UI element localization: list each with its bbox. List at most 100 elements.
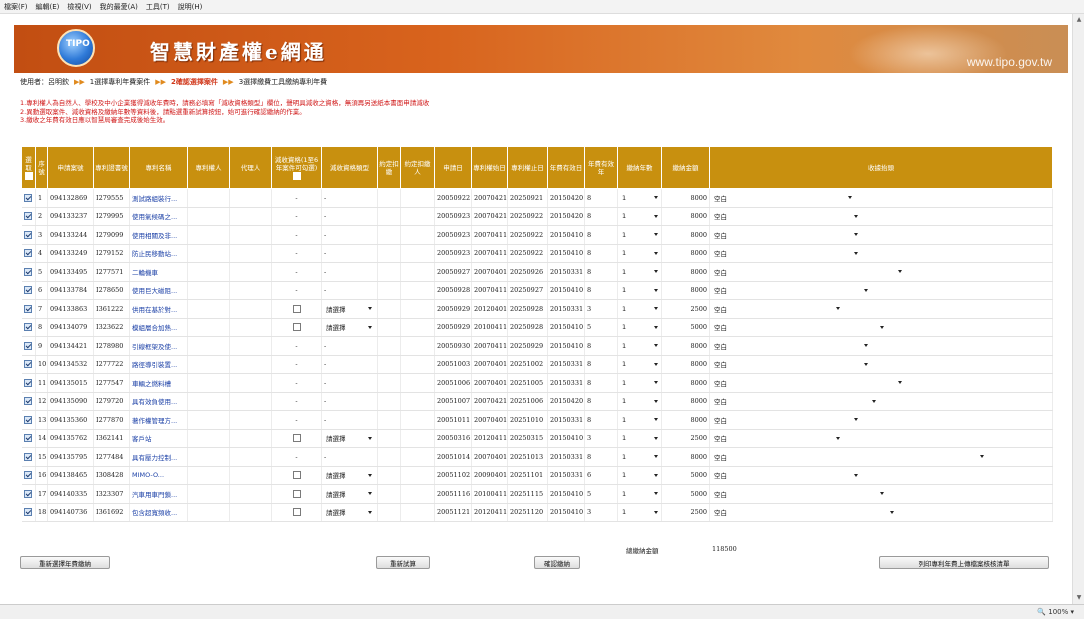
row-checkbox[interactable] <box>24 360 32 368</box>
menu-tools[interactable]: 工具(T) <box>146 2 170 12</box>
row-receipt[interactable]: 空白 <box>710 263 1053 282</box>
years-select[interactable]: 1 <box>620 432 660 444</box>
row-select[interactable] <box>22 429 36 448</box>
scroll-up-icon[interactable]: ▲ <box>1075 16 1083 24</box>
receipt-select[interactable]: 空白 <box>712 192 854 204</box>
years-select[interactable]: 1 <box>620 229 660 241</box>
row-select[interactable] <box>22 392 36 411</box>
row-checkbox[interactable] <box>24 471 32 479</box>
row-reduce[interactable] <box>272 300 322 319</box>
row-patent-name[interactable]: 測試路組裝行... <box>130 189 188 208</box>
years-select[interactable]: 1 <box>620 284 660 296</box>
select-all-checkbox[interactable] <box>25 172 33 180</box>
receipt-select[interactable]: 空白 <box>712 247 860 259</box>
row-checkbox[interactable] <box>24 379 32 387</box>
receipt-select[interactable]: 空白 <box>712 488 886 500</box>
reselect-button[interactable]: 重新選擇年費繳納 <box>20 556 110 569</box>
row-checkbox[interactable] <box>24 508 32 516</box>
row-reduce[interactable] <box>272 429 322 448</box>
row-receipt[interactable]: 空白 <box>710 503 1053 522</box>
menu-view[interactable]: 檢視(V) <box>67 2 91 12</box>
row-select[interactable] <box>22 281 36 300</box>
scroll-down-icon[interactable]: ▼ <box>1075 594 1083 602</box>
row-checkbox[interactable] <box>24 249 32 257</box>
row-patent-name[interactable]: 使用相關及非... <box>130 226 188 245</box>
row-patent-name[interactable]: 二輪機車 <box>130 263 188 282</box>
row-reduce[interactable] <box>272 466 322 485</box>
row-years[interactable]: 1 <box>618 189 662 208</box>
row-years[interactable]: 1 <box>618 300 662 319</box>
years-select[interactable]: 1 <box>620 266 660 278</box>
reduce-type-select[interactable]: 請選擇 <box>324 432 374 444</box>
row-select[interactable] <box>22 207 36 226</box>
receipt-select[interactable]: 空白 <box>712 432 842 444</box>
row-years[interactable]: 1 <box>618 411 662 430</box>
row-checkbox[interactable] <box>24 268 32 276</box>
reduce-checkbox[interactable] <box>293 323 301 331</box>
row-patent-name[interactable]: 路徑導引裝置... <box>130 355 188 374</box>
reduce-checkbox[interactable] <box>293 434 301 442</box>
reduce-checkbox[interactable] <box>293 508 301 516</box>
menu-help[interactable]: 說明(H) <box>178 2 203 12</box>
row-patent-name[interactable]: 具有效負使用... <box>130 392 188 411</box>
row-years[interactable]: 1 <box>618 318 662 337</box>
confirm-pay-button[interactable]: 確認繳納 <box>534 556 580 569</box>
reduce-all-checkbox[interactable] <box>293 172 301 180</box>
row-years[interactable]: 1 <box>618 355 662 374</box>
receipt-select[interactable]: 空白 <box>712 321 886 333</box>
menu-edit[interactable]: 編輯(E) <box>36 2 60 12</box>
row-checkbox[interactable] <box>24 490 32 498</box>
receipt-select[interactable]: 空白 <box>712 229 860 241</box>
row-receipt[interactable]: 空白 <box>710 466 1053 485</box>
row-select[interactable] <box>22 411 36 430</box>
row-select[interactable] <box>22 189 36 208</box>
row-receipt[interactable]: 空白 <box>710 392 1053 411</box>
row-receipt[interactable]: 空白 <box>710 355 1053 374</box>
row-receipt[interactable]: 空白 <box>710 244 1053 263</box>
row-patent-name[interactable]: 防止民移動站... <box>130 244 188 263</box>
row-checkbox[interactable] <box>24 453 32 461</box>
vertical-scrollbar[interactable]: ▲ ▼ <box>1072 14 1084 604</box>
years-select[interactable]: 1 <box>620 303 660 315</box>
row-years[interactable]: 1 <box>618 374 662 393</box>
row-years[interactable]: 1 <box>618 466 662 485</box>
row-patent-name[interactable]: 具有壓力控制... <box>130 448 188 467</box>
row-years[interactable]: 1 <box>618 226 662 245</box>
row-checkbox[interactable] <box>24 342 32 350</box>
row-reduce-type[interactable]: 請選擇 <box>322 318 378 337</box>
receipt-select[interactable]: 空白 <box>712 358 870 370</box>
row-checkbox[interactable] <box>24 323 32 331</box>
row-patent-name[interactable]: 客戶站 <box>130 429 188 448</box>
menu-favorites[interactable]: 我的最愛(A) <box>100 2 138 12</box>
row-checkbox[interactable] <box>24 231 32 239</box>
row-reduce-type[interactable]: 請選擇 <box>322 300 378 319</box>
row-years[interactable]: 1 <box>618 503 662 522</box>
row-select[interactable] <box>22 300 36 319</box>
row-years[interactable]: 1 <box>618 429 662 448</box>
receipt-select[interactable]: 空白 <box>712 284 870 296</box>
row-select[interactable] <box>22 355 36 374</box>
menu-file[interactable]: 檔案(F) <box>4 2 28 12</box>
years-select[interactable]: 1 <box>620 358 660 370</box>
reduce-checkbox[interactable] <box>293 305 301 313</box>
row-select[interactable] <box>22 448 36 467</box>
years-select[interactable]: 1 <box>620 321 660 333</box>
row-checkbox[interactable] <box>24 416 32 424</box>
reduce-type-select[interactable]: 請選擇 <box>324 321 374 333</box>
row-patent-name[interactable]: 引線框架及使... <box>130 337 188 356</box>
row-receipt[interactable]: 空白 <box>710 207 1053 226</box>
receipt-select[interactable]: 空白 <box>712 451 986 463</box>
receipt-select[interactable]: 空白 <box>712 303 842 315</box>
row-receipt[interactable]: 空白 <box>710 189 1053 208</box>
receipt-select[interactable]: 空白 <box>712 266 904 278</box>
row-checkbox[interactable] <box>24 434 32 442</box>
receipt-select[interactable]: 空白 <box>712 469 860 481</box>
print-list-button[interactable]: 列印專利年費上傳檔案核核清單 <box>879 556 1049 569</box>
row-receipt[interactable]: 空白 <box>710 448 1053 467</box>
years-select[interactable]: 1 <box>620 414 660 426</box>
row-reduce-type[interactable]: 請選擇 <box>322 503 378 522</box>
receipt-select[interactable]: 空白 <box>712 395 878 407</box>
row-receipt[interactable]: 空白 <box>710 374 1053 393</box>
row-patent-name[interactable]: 供用在基於對... <box>130 300 188 319</box>
row-years[interactable]: 1 <box>618 281 662 300</box>
